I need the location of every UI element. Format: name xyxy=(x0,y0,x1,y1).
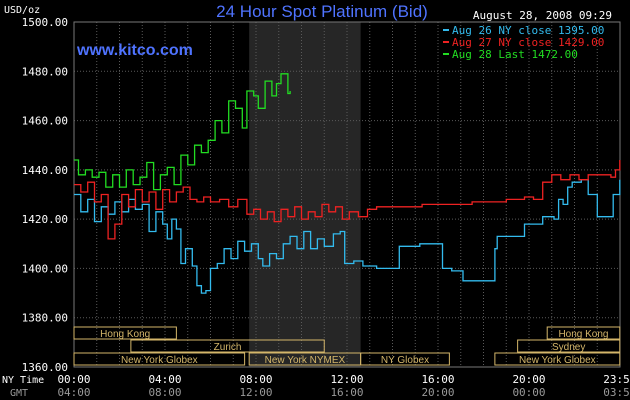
y-tick-label: 1440.00 xyxy=(22,164,68,177)
market-session-label: New York NYMEX xyxy=(265,355,346,366)
market-session-label: Hong Kong xyxy=(100,329,150,340)
chart-timestamp: August 28, 2008 09:29 xyxy=(473,9,612,22)
market-session-label: Hong Kong xyxy=(558,329,608,340)
gmt-row-label: GMT xyxy=(10,388,28,399)
market-session-label: Zurich xyxy=(214,342,242,353)
y-tick-label: 1480.00 xyxy=(22,65,68,78)
x-tick-label-ny: 08:00 xyxy=(239,373,272,386)
y-tick-label: 1460.00 xyxy=(22,115,68,128)
market-session-label: Sydney xyxy=(552,342,585,353)
x-tick-label-gmt: 16:00 xyxy=(330,386,363,399)
x-tick-label-gmt: 20:00 xyxy=(421,386,454,399)
y-tick-label: 1420.00 xyxy=(22,213,68,226)
x-tick-label-gmt: 08:00 xyxy=(148,386,181,399)
y-tick-label: 1400.00 xyxy=(22,262,68,275)
nymex-session-shade xyxy=(249,22,361,367)
platinum-chart: Hong Kong Hong Kong Zurich Sydney New York G… xyxy=(0,0,630,400)
x-tick-label-gmt: 04:00 xyxy=(57,386,90,399)
x-tick-label-ny: 16:00 xyxy=(421,373,454,386)
x-tick-label-ny: 20:00 xyxy=(512,373,545,386)
source-watermark: www.kitco.com xyxy=(76,42,193,59)
x-tick-label-ny: 04:00 xyxy=(148,373,181,386)
y-tick-label: 1380.00 xyxy=(22,312,68,325)
market-session-label: New York Globex xyxy=(121,355,198,366)
y-tick-label: 1500.00 xyxy=(22,16,68,29)
legend-entry: Aug 28 Last 1472.00 xyxy=(452,48,578,61)
ny-time-row-label: NY Time xyxy=(2,375,44,386)
y-axis-label: USD/oz xyxy=(4,5,40,16)
x-tick-label-ny: 00:00 xyxy=(57,373,90,386)
x-tick-label-gmt: 03:59 xyxy=(603,386,630,399)
x-tick-label-ny: 12:00 xyxy=(330,373,363,386)
x-tick-label-gmt: 12:00 xyxy=(239,386,272,399)
market-session-label: NY Globex xyxy=(381,355,429,366)
x-tick-label-gmt: 00:00 xyxy=(512,386,545,399)
chart-title: 24 Hour Spot Platinum (Bid) xyxy=(216,2,428,21)
market-session-label: New York Globex xyxy=(519,355,596,366)
x-tick-label-ny: 23:59 xyxy=(603,373,630,386)
